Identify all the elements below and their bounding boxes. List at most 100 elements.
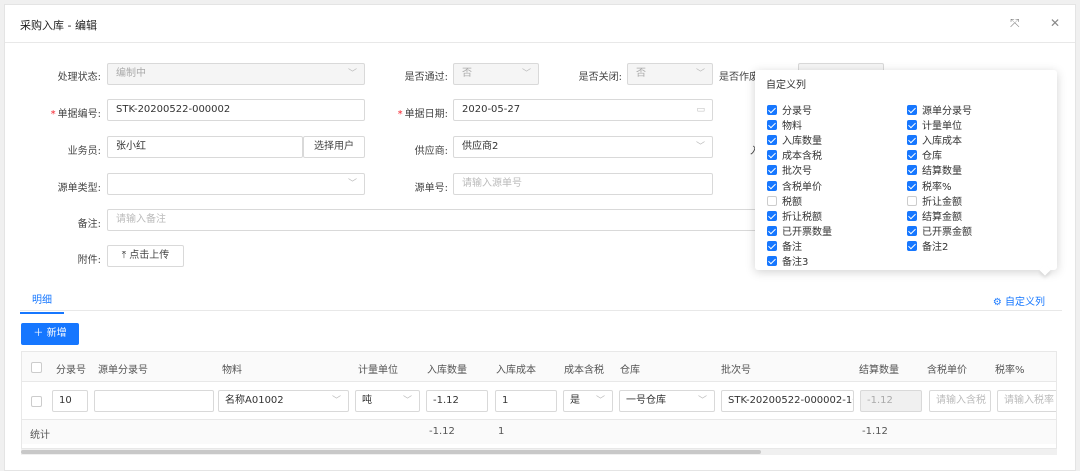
qty-input[interactable]: -1.12 xyxy=(426,390,488,412)
src-no-input[interactable]: 请输入源单号 xyxy=(453,173,713,195)
column-toggle[interactable]: 已开票金额 xyxy=(907,223,972,238)
header-batch: 批次号 xyxy=(721,365,751,376)
column-toggle[interactable]: 备注 xyxy=(767,238,802,253)
column-toggle[interactable]: 结算金额 xyxy=(907,208,962,223)
tab-detail[interactable]: 明细 xyxy=(20,291,64,314)
src-entry-no-input[interactable] xyxy=(94,390,214,412)
column-toggle[interactable]: 批次号 xyxy=(767,162,812,177)
checkbox-icon[interactable] xyxy=(907,180,917,191)
checkbox-icon[interactable] xyxy=(767,256,777,266)
column-toggle-label: 仓库 xyxy=(922,151,942,163)
column-toggle[interactable]: 折让金额 xyxy=(907,193,962,208)
column-toggle[interactable]: 已开票数量 xyxy=(767,223,832,238)
checkbox-icon[interactable] xyxy=(907,165,917,176)
material-select[interactable]: 名称A01002 ﹀ xyxy=(218,390,349,412)
checkbox-icon[interactable] xyxy=(907,240,917,251)
checkbox-icon[interactable] xyxy=(767,180,777,191)
unit-select[interactable]: 吨 ﹀ xyxy=(355,390,420,412)
checkbox-icon[interactable] xyxy=(767,225,777,236)
chevron-down-icon: ﹀ xyxy=(697,396,707,406)
column-toggle[interactable]: 备注3 xyxy=(767,253,808,268)
salesman-input[interactable]: 张小红 xyxy=(107,136,303,158)
modal-header: 采购入库 - 编辑 ⤧ ✕ xyxy=(5,5,1075,43)
doc-no-label-text: 单据编号: xyxy=(57,109,101,120)
unit-value: 吨 xyxy=(362,395,372,406)
row-checkbox[interactable] xyxy=(31,396,42,407)
column-toggle-label: 入库成本 xyxy=(922,136,962,148)
src-no-label: 源单号: xyxy=(414,183,448,194)
doc-no-input[interactable]: STK-20200522-000002 xyxy=(107,99,365,121)
table-header: 分录号 源单分录号 物料 计量单位 入库数量 入库成本 成本含税 仓库 批次号 … xyxy=(22,352,1056,382)
checkbox-icon[interactable] xyxy=(907,105,917,115)
batch-input[interactable]: STK-20200522-000002-10 xyxy=(721,390,854,412)
checkbox-icon[interactable] xyxy=(767,150,777,161)
settle-qty-input[interactable]: -1.12 xyxy=(860,390,922,412)
column-toggle[interactable]: 备注2 xyxy=(907,238,949,253)
column-toggle[interactable]: 物料 xyxy=(767,117,802,132)
chevron-down-icon: ﹀ xyxy=(402,396,412,406)
detail-table: 分录号 源单分录号 物料 计量单位 入库数量 入库成本 成本含税 仓库 批次号 … xyxy=(21,351,1057,449)
supplier-value: 供应商2 xyxy=(462,141,499,152)
cost-input[interactable]: 1 xyxy=(495,390,557,412)
column-toggle-label: 结算金额 xyxy=(922,211,962,223)
plus-icon: ＋ xyxy=(33,328,47,339)
column-toggle[interactable]: 税额 xyxy=(767,193,802,208)
checkbox-icon[interactable] xyxy=(767,240,777,251)
column-toggle[interactable]: 结算数量 xyxy=(907,162,962,177)
checkbox-icon[interactable] xyxy=(907,195,917,206)
checkbox-icon[interactable] xyxy=(767,105,777,115)
close-icon[interactable]: ✕ xyxy=(1050,16,1060,30)
checkbox-icon[interactable] xyxy=(907,135,917,146)
upload-button[interactable]: ⤒ 点击上传 xyxy=(107,245,184,267)
status-select[interactable]: 编制中 ﹀ xyxy=(107,63,365,85)
checkbox-icon[interactable] xyxy=(767,210,777,221)
status-label: 处理状态: xyxy=(57,72,101,83)
column-toggle[interactable]: 仓库 xyxy=(907,147,942,163)
checkbox-icon[interactable] xyxy=(767,135,777,146)
column-toggle[interactable]: 计量单位 xyxy=(907,117,962,132)
table-row: 10 名称A01002 ﹀ 吨 ﹀ -1.12 1 是 ﹀ 一号仓库 ﹀ STK… xyxy=(22,382,1056,420)
column-toggle-label: 备注2 xyxy=(922,241,949,253)
tax-incl-select[interactable]: 是 ﹀ xyxy=(563,390,613,412)
select-all-checkbox[interactable] xyxy=(31,362,42,373)
header-settle-qty: 结算数量 xyxy=(859,365,899,376)
column-toggle[interactable]: 折让税额 xyxy=(767,208,822,223)
column-toggle[interactable]: 入库数量 xyxy=(767,132,822,147)
tax-incl-value: 是 xyxy=(570,395,580,406)
checkbox-icon[interactable] xyxy=(767,165,777,176)
column-toggle[interactable]: 源单分录号 xyxy=(907,102,972,117)
column-toggle-label: 分录号 xyxy=(782,106,812,117)
chevron-down-icon: ﹀ xyxy=(347,69,357,79)
add-button[interactable]: ＋ 新增 xyxy=(21,323,79,345)
column-toggle[interactable]: 含税单价 xyxy=(767,178,822,193)
checkbox-icon[interactable] xyxy=(907,120,917,131)
passed-label: 是否通过: xyxy=(404,72,448,83)
column-toggle[interactable]: 税率% xyxy=(907,178,952,193)
checkbox-icon[interactable] xyxy=(907,150,917,161)
entry-no-input[interactable]: 10 xyxy=(52,390,88,412)
checkbox-icon[interactable] xyxy=(907,210,917,221)
closed-label: 是否关闭: xyxy=(578,72,622,83)
price-input[interactable]: 请输入含税 xyxy=(929,390,991,412)
column-toggle[interactable]: 分录号 xyxy=(767,102,812,117)
doc-date-picker[interactable]: 2020-05-27 ▭ xyxy=(453,99,713,121)
chevron-down-icon: ﹀ xyxy=(521,69,531,79)
column-toggle[interactable]: 成本含税 xyxy=(767,147,822,162)
select-user-button[interactable]: 选择用户 xyxy=(303,136,365,158)
remark-input[interactable]: 请输入备注 xyxy=(107,209,762,231)
scroll-thumb[interactable] xyxy=(21,450,761,454)
checkbox-icon[interactable] xyxy=(767,195,777,206)
checkbox-icon[interactable] xyxy=(767,120,777,131)
custom-columns-link[interactable]: ⚙ 自定义列 xyxy=(993,293,1045,308)
column-toggle[interactable]: 入库成本 xyxy=(907,132,962,148)
warehouse-select[interactable]: 一号仓库 ﹀ xyxy=(619,390,715,412)
header-tax-incl: 成本含税 xyxy=(564,365,604,376)
src-type-select[interactable]: ﹀ xyxy=(107,173,365,195)
header-qty: 入库数量 xyxy=(427,365,467,376)
rate-input[interactable]: 请输入税率 xyxy=(997,390,1056,412)
supplier-select[interactable]: 供应商2 ﹀ xyxy=(453,136,713,158)
horizontal-scrollbar[interactable] xyxy=(21,449,1057,455)
checkbox-icon[interactable] xyxy=(907,225,917,236)
passed-select[interactable]: 否 ﹀ xyxy=(453,63,539,85)
expand-icon[interactable]: ⤧ xyxy=(1010,16,1020,31)
